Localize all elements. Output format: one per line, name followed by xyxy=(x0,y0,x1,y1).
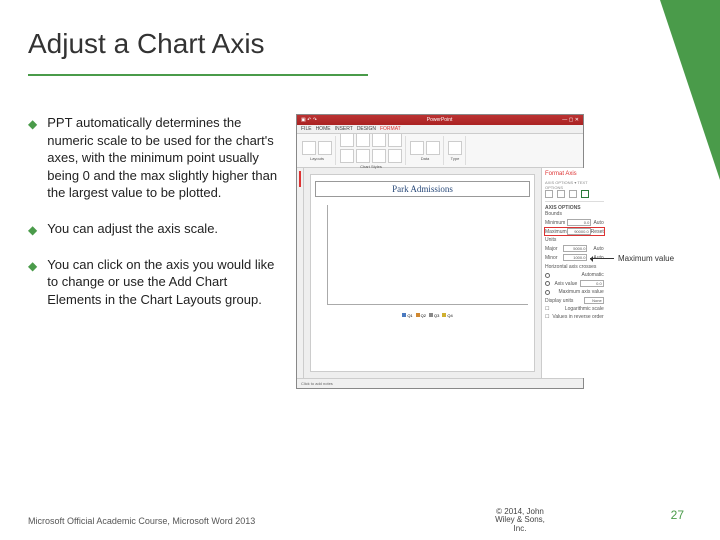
slide-thumbnails xyxy=(297,168,304,378)
ribbon-button[interactable] xyxy=(410,141,424,155)
cross-auto[interactable]: Automatic xyxy=(582,272,604,278)
quick-access: ▣ ↶ ↷ xyxy=(301,117,317,123)
callout-arrow xyxy=(590,258,614,259)
slide-title: Adjust a Chart Axis xyxy=(0,0,720,68)
bullet-text: You can click on the axis you would like… xyxy=(47,256,278,309)
log-checkbox[interactable]: Logarithmic scale xyxy=(565,306,604,312)
bounds-label: Bounds xyxy=(545,211,604,217)
ribbon-button[interactable] xyxy=(356,149,370,163)
ribbon-group: Data xyxy=(407,136,444,165)
ribbon-button[interactable] xyxy=(340,133,354,147)
bullet-icon: ◆ xyxy=(28,222,37,238)
chart[interactable]: Q1 Q2 Q3 Q4 xyxy=(315,201,530,331)
ribbon-tab[interactable]: HOME xyxy=(316,126,331,132)
pane-tab-icons xyxy=(545,190,604,198)
ribbon-button[interactable] xyxy=(356,133,370,147)
major-input[interactable]: 5000.0 xyxy=(563,245,587,252)
bullet-item: ◆ You can adjust the axis scale. xyxy=(28,220,278,238)
max-input[interactable]: 90000.0 xyxy=(567,228,591,235)
footer-text: Microsoft Official Academic Course, Micr… xyxy=(28,516,255,526)
bullet-text: You can adjust the axis scale. xyxy=(47,220,218,238)
bullet-text: PPT automatically determines the numeric… xyxy=(47,114,278,202)
bullet-item: ◆ You can click on the axis you would lik… xyxy=(28,256,278,309)
ribbon-button[interactable] xyxy=(426,141,440,155)
display-label: Display units xyxy=(545,298,573,304)
major-label: Major xyxy=(545,246,558,252)
pane-title: Format Axis xyxy=(545,171,604,177)
title-bar: ▣ ↶ ↷ PowerPoint — ▢ ✕ xyxy=(297,115,583,125)
ribbon-group: Chart Styles xyxy=(337,136,406,165)
window-controls: — ▢ ✕ xyxy=(562,117,579,123)
auto-label: Auto xyxy=(593,246,603,252)
window-title: PowerPoint xyxy=(427,117,453,123)
ribbon-button[interactable] xyxy=(372,133,386,147)
pane-subtitle: AXIS OPTIONS ▾ TEXT OPTIONS xyxy=(545,180,604,190)
radio-icon[interactable] xyxy=(545,281,550,286)
min-label: Minimum xyxy=(545,220,565,226)
bullet-icon: ◆ xyxy=(28,258,37,274)
radio-icon[interactable] xyxy=(545,273,550,278)
minor-label: Minor xyxy=(545,255,558,261)
bullet-item: ◆ PPT automatically determines the numeri… xyxy=(28,114,278,202)
units-label: Units xyxy=(545,237,604,243)
bullet-icon: ◆ xyxy=(28,116,37,132)
ribbon-button[interactable] xyxy=(388,133,402,147)
copyright-text: © 2014, John Wiley & Sons, Inc. xyxy=(490,508,550,534)
ribbon-button[interactable] xyxy=(372,149,386,163)
figure-container: ▣ ↶ ↷ PowerPoint — ▢ ✕ FILE HOME INSERT … xyxy=(296,114,676,389)
notes-prompt[interactable]: Click to add notes xyxy=(301,381,333,386)
ribbon-group: Type xyxy=(445,136,466,165)
auto-label: Auto xyxy=(593,220,603,226)
edit-area: Park Admissions Q1 Q2 xyxy=(297,168,583,378)
ribbon-group: Layouts xyxy=(299,136,336,165)
ribbon-button[interactable] xyxy=(448,141,462,155)
max-label: Maximum xyxy=(545,229,567,235)
min-input[interactable]: 0.0 xyxy=(567,219,591,226)
content-row: ◆ PPT automatically determines the numeri… xyxy=(0,76,720,389)
format-axis-pane: Format Axis AXIS OPTIONS ▾ TEXT OPTIONS … xyxy=(541,168,607,378)
axis-icon[interactable] xyxy=(581,190,589,198)
chart-title: Park Admissions xyxy=(315,181,530,197)
fill-icon[interactable] xyxy=(545,190,553,198)
slide-thumb[interactable] xyxy=(299,171,301,187)
axis-options-section: AXIS OPTIONS Bounds Minimum0.0Auto Maxim… xyxy=(545,201,604,325)
slide-canvas: Park Admissions Q1 Q2 xyxy=(310,174,535,372)
ribbon-tab[interactable]: FILE xyxy=(301,126,312,132)
bullet-list: ◆ PPT automatically determines the numeri… xyxy=(28,114,278,389)
size-icon[interactable] xyxy=(569,190,577,198)
status-bar: Click to add notes xyxy=(297,378,583,388)
display-select[interactable]: None xyxy=(584,297,604,304)
ribbon-button[interactable] xyxy=(340,149,354,163)
chart-legend: Q1 Q2 Q3 Q4 xyxy=(327,313,528,318)
reset-button[interactable]: Reset xyxy=(591,229,604,235)
ribbon-button[interactable] xyxy=(388,149,402,163)
ribbon-body: Layouts Chart Styles Data Type xyxy=(297,134,583,168)
ribbon-button[interactable] xyxy=(318,141,332,155)
callout-maximum: Maximum value xyxy=(618,254,674,263)
cross-val[interactable]: Axis value xyxy=(554,281,577,287)
chart-bars xyxy=(327,205,528,305)
powerpoint-window: ▣ ↶ ↷ PowerPoint — ▢ ✕ FILE HOME INSERT … xyxy=(296,114,584,389)
minor-input[interactable]: 1000.0 xyxy=(563,254,587,261)
radio-icon[interactable] xyxy=(545,290,550,295)
cross-max[interactable]: Maximum axis value xyxy=(558,289,603,295)
cross-val-input[interactable]: 0.0 xyxy=(580,280,604,287)
cross-label: Horizontal axis crosses xyxy=(545,264,604,270)
page-number: 27 xyxy=(671,508,684,522)
ribbon-button[interactable] xyxy=(302,141,316,155)
slide-decor-triangle xyxy=(660,0,720,180)
reverse-checkbox[interactable]: Values in reverse order xyxy=(552,314,603,320)
effects-icon[interactable] xyxy=(557,190,565,198)
